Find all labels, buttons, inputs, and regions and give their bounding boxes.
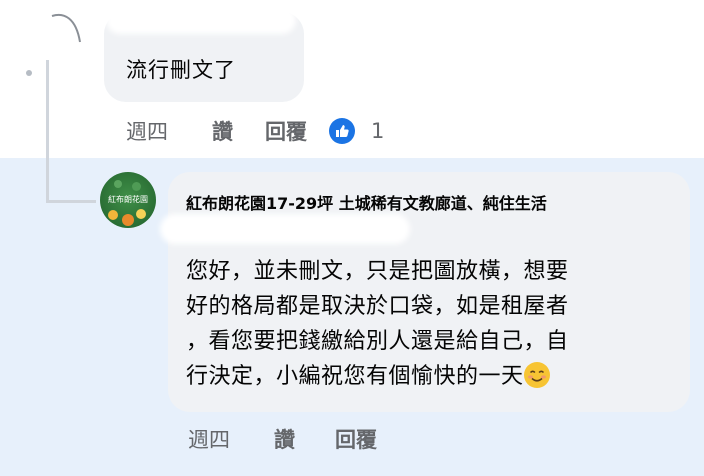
comment-timestamp[interactable]: 週四 [126,116,168,146]
like-button[interactable]: 讚 [212,116,233,146]
reaction-count[interactable]: 1 [371,119,384,143]
reply-text: 您好，並未刪文，只是把圖放橫，想要 好的格局都是取決於口袋，如是租屋者 ，看您要… [186,254,656,394]
avatar-fragment [51,13,81,43]
thumbs-up-icon[interactable] [329,118,355,144]
reply-text-line-content: 行決定，小編祝您有個愉快的一天 [186,364,524,389]
avatar[interactable]: 紅布朗花園 [100,172,156,228]
reply-text-line: 您好，並未刪文，只是把圖放橫，想要 [186,259,569,284]
comment-text: 流行刪文了 [126,58,236,82]
redacted-mention [160,214,410,244]
thread-connector-horizontal [46,200,96,203]
comment-actions: 週四 讚 回覆 1 [126,116,384,146]
thread-connector-vertical [46,60,49,202]
reply-text-line: 行決定，小編祝您有個愉快的一天 [186,359,656,394]
reply-button[interactable]: 回覆 [335,424,377,454]
decorative-dot [26,70,32,76]
reply-actions: 週四 讚 回覆 [188,424,377,454]
like-button[interactable]: 讚 [274,424,295,454]
reply-text-line: 好的格局都是取決於口袋，如是租屋者 [186,294,569,319]
avatar-logo-text: 紅布朗花園 [108,195,148,204]
author-name[interactable]: 紅布朗花園17-29坪 土城稀有文教廊道、純住生活 [186,190,547,214]
reply-timestamp[interactable]: 週四 [188,424,230,454]
redacted-author-name [106,6,296,34]
reply-text-line: ，看您要把錢繳給別人還是給自己，自 [186,329,569,354]
reply-button[interactable]: 回覆 [265,116,307,146]
smiling-face-emoji [523,362,550,388]
